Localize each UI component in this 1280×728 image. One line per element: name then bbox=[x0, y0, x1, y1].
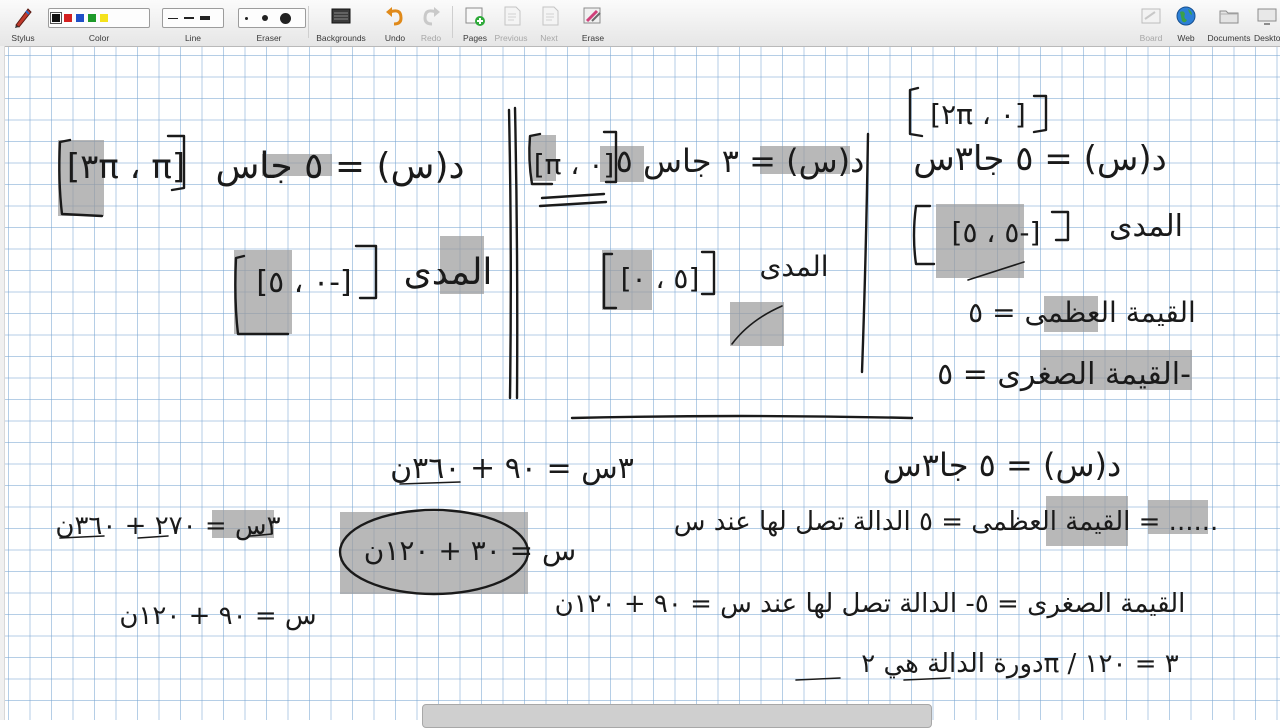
line-width-options bbox=[162, 8, 224, 28]
backgrounds-button[interactable]: Backgrounds bbox=[314, 2, 368, 44]
color-palette bbox=[48, 8, 150, 28]
folder-icon bbox=[1219, 10, 1239, 24]
color-tool: Color bbox=[48, 2, 150, 44]
stylus-label: Stylus bbox=[11, 33, 35, 43]
color-black-swatch[interactable] bbox=[50, 12, 62, 24]
range-label-text: المدى bbox=[404, 252, 493, 293]
board-label: Board bbox=[1139, 33, 1163, 43]
desktop-label: Deskto bbox=[1254, 33, 1280, 43]
next-label: Next bbox=[540, 33, 558, 43]
eraser-small-option[interactable] bbox=[245, 16, 248, 20]
section-right: [٢π ، ٠] د(س) = ٥ جا٣س [٥ ، ٥-] المدى ال… bbox=[908, 86, 1196, 392]
redo-icon bbox=[423, 7, 440, 26]
redo-button[interactable]: Redo bbox=[414, 2, 448, 44]
range-label-text: المدى bbox=[1109, 209, 1183, 244]
previous-page-icon bbox=[504, 6, 521, 26]
line-label: Line bbox=[184, 33, 202, 43]
section-middle: [π ، ٠] د(س) = ٣ جاس ٥ [٥ ، ٠] المدى bbox=[528, 130, 865, 345]
toolbar-divider bbox=[452, 6, 453, 38]
eraser-label: Eraser bbox=[256, 33, 282, 43]
function-text: د(س) = ٥ جاس bbox=[215, 146, 464, 187]
new-page-icon bbox=[465, 7, 485, 26]
pages-label: Pages bbox=[462, 33, 488, 43]
erase-page-button[interactable]: Erase bbox=[576, 2, 610, 44]
color-label: Color bbox=[88, 33, 110, 43]
backgrounds-icon bbox=[331, 8, 351, 24]
stylus-icon bbox=[15, 8, 32, 28]
documents-label: Documents bbox=[1207, 33, 1251, 43]
board-icon bbox=[1141, 8, 1161, 24]
color-yellow-swatch[interactable] bbox=[100, 14, 108, 22]
bracket-stroke bbox=[354, 244, 378, 300]
interval-text: [π ، ٠] bbox=[534, 148, 615, 181]
previous-label: Previous bbox=[494, 33, 528, 43]
undo-button[interactable]: Undo bbox=[378, 2, 412, 44]
next-page-icon bbox=[542, 6, 559, 26]
period-text: دورة الدالة هي ٢π / ٣ = ١٢٠ bbox=[861, 649, 1179, 679]
redo-label: Redo bbox=[420, 33, 442, 43]
solution-text: س = ٩٠ + ١٢٠ن bbox=[119, 601, 316, 631]
color-red-swatch[interactable] bbox=[64, 14, 72, 22]
line-thick-option[interactable] bbox=[198, 12, 212, 24]
undo-label: Undo bbox=[384, 33, 406, 43]
previous-page-button[interactable]: Previous bbox=[494, 2, 528, 44]
eraser-size-options bbox=[238, 8, 306, 28]
color-green-swatch[interactable] bbox=[88, 14, 96, 22]
function-text: د(س) = ٥ جا٣س bbox=[913, 139, 1167, 179]
globe-icon bbox=[1176, 6, 1196, 26]
line-thin-option[interactable] bbox=[166, 12, 180, 24]
eraser-large-option[interactable] bbox=[280, 12, 291, 24]
bracket-stroke bbox=[912, 204, 936, 266]
range-interval-text: [٥ ، ٥-] bbox=[952, 216, 1041, 249]
solution-text: س = ٣٠ + ١٢٠ن bbox=[364, 534, 576, 567]
equation-text: ٣س = ٩٠ + ٣٦٠ن bbox=[390, 451, 634, 486]
line-medium-option[interactable] bbox=[182, 12, 196, 24]
desktop-icon bbox=[1257, 8, 1277, 25]
bracket-stroke bbox=[1050, 210, 1070, 242]
backgrounds-label: Backgrounds bbox=[316, 33, 366, 43]
double-underline bbox=[538, 192, 608, 208]
toolbar-divider bbox=[308, 6, 309, 38]
documents-button[interactable]: Documents bbox=[1206, 2, 1252, 44]
web-label: Web bbox=[1177, 33, 1195, 43]
stylus-tool[interactable]: Stylus bbox=[6, 2, 40, 44]
floating-tool-palette[interactable] bbox=[422, 704, 932, 728]
range-interval-text: [٥ ، ٠] bbox=[621, 262, 700, 295]
bracket-stroke bbox=[908, 86, 924, 138]
erase-icon bbox=[583, 7, 601, 24]
erase-label: Erase bbox=[581, 33, 605, 43]
function-text: د(س) = ٥ جا٣س bbox=[883, 446, 1122, 484]
section-bottom: ٣س = ٩٠ + ٣٦٠ن د(س) = ٥ جا٣س س = ٣٠ + ١٢… bbox=[55, 446, 1219, 681]
divider-line bbox=[513, 106, 519, 400]
handwriting-layer: [٣π ، π] د(س) = ٥ جاس [٠ ، ٥-] المدى [π … bbox=[55, 86, 1219, 681]
divider-line bbox=[507, 108, 512, 400]
eraser-tool: Eraser bbox=[238, 2, 306, 44]
range-label-text: المدى bbox=[759, 250, 828, 283]
line-tool: Line bbox=[162, 2, 224, 44]
toolbar: Stylus Color Line Eraser Backgrounds Und… bbox=[0, 0, 1280, 47]
undo-icon bbox=[386, 7, 403, 26]
min-value-text: القيمة الصغرى = ٥- bbox=[937, 357, 1191, 392]
max-value-text: القيمة العظمى = ٥ bbox=[968, 296, 1196, 329]
section-underline bbox=[570, 414, 914, 420]
range-interval-text: [٠ ، ٥-] bbox=[256, 265, 351, 300]
board-button[interactable]: Board bbox=[1136, 2, 1166, 44]
function-text: د(س) = ٣ جاس ٥ bbox=[616, 142, 865, 180]
next-page-button[interactable]: Next bbox=[532, 2, 566, 44]
min-statement-text: القيمة الصغرى = ٥- الدالة تصل لها عند س … bbox=[555, 589, 1186, 619]
color-blue-swatch[interactable] bbox=[76, 14, 84, 22]
pages-button[interactable]: Pages bbox=[458, 2, 492, 44]
bracket-stroke bbox=[700, 250, 716, 296]
bracket-stroke bbox=[1032, 94, 1048, 134]
interval-text: [٣π ، π] bbox=[67, 147, 185, 187]
whiteboard-canvas[interactable]: [٣π ، π] د(س) = ٥ جاس [٠ ، ٥-] المدى [π … bbox=[5, 47, 1280, 720]
eraser-medium-option[interactable] bbox=[262, 15, 268, 21]
web-button[interactable]: Web bbox=[1170, 2, 1202, 44]
max-statement-text: القيمة العظمى = ٥ الدالة تصل لها عند س =… bbox=[674, 507, 1219, 537]
interval-text: [٢π ، ٠] bbox=[930, 98, 1026, 131]
desktop-button[interactable]: Deskto bbox=[1252, 2, 1280, 44]
